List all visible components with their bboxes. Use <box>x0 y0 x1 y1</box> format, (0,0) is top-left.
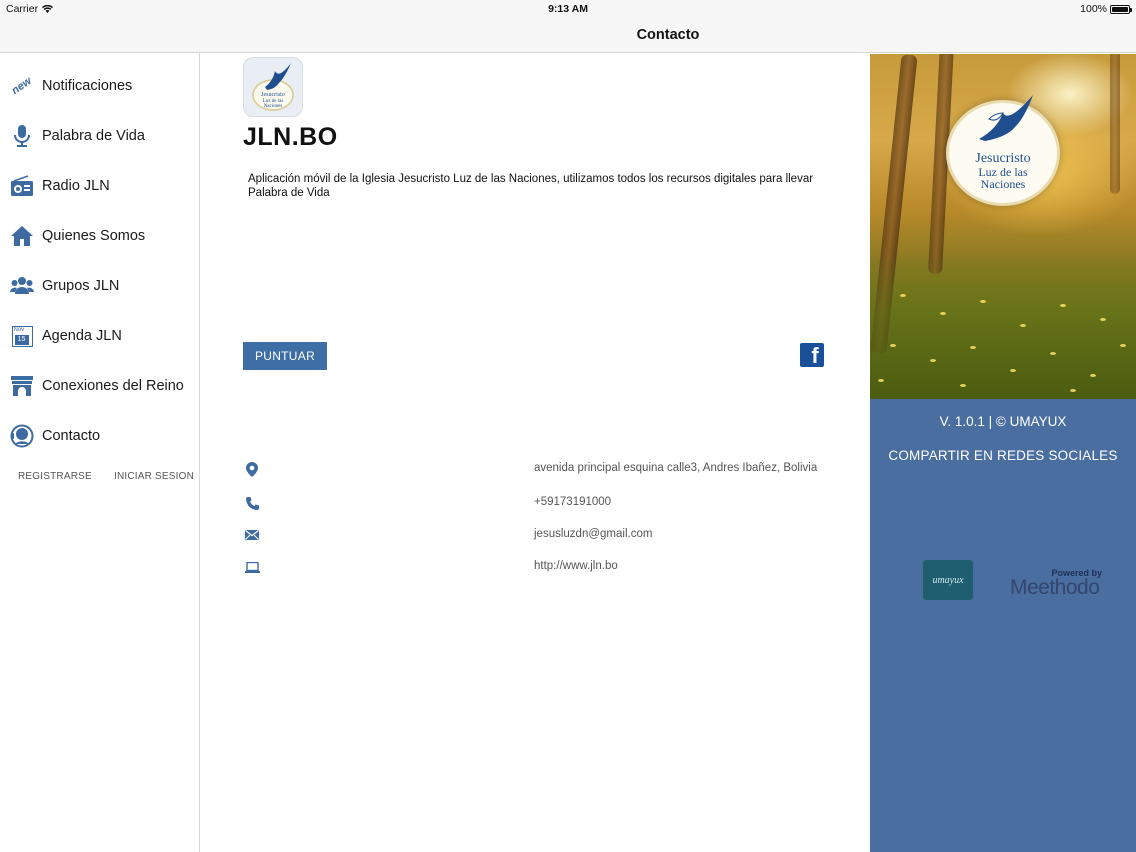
contact-email-row: jesusluzdn@gmail.com <box>243 526 833 546</box>
contact-address-row: avenida principal esquina calle3, Andres… <box>243 460 833 480</box>
info-panel: Jesucristo Luz de las Naciones V. 1.0.1 … <box>870 54 1136 852</box>
sidebar-item-contacto[interactable]: Contacto <box>0 411 200 461</box>
share-social-button[interactable]: COMPARTIR EN REDES SOCIALES <box>870 448 1136 463</box>
contact-address: avenida principal esquina calle3, Andres… <box>534 462 818 474</box>
clock: 9:13 AM <box>548 3 588 15</box>
radio-icon <box>10 174 34 198</box>
laptop-icon <box>243 558 261 576</box>
contact-content: Jesucristo Luz de las Naciones JLN.BO Ap… <box>201 54 870 852</box>
sidebar-item-label: Quienes Somos <box>42 228 146 244</box>
calendar-day: 15 <box>14 334 29 345</box>
emblem-line-1: Jesucristo <box>975 151 1031 166</box>
svg-text:Jesucristo: Jesucristo <box>261 92 285 98</box>
status-bar: Carrier 9:13 AM 100% <box>0 0 1136 18</box>
sidebar-item-label: Grupos JLN <box>42 278 120 294</box>
contact-phone-row: +59173191000 <box>243 494 833 514</box>
headset-icon <box>10 424 34 448</box>
sidebar-item-conexiones-del-reino[interactable]: Conexiones del Reino <box>0 361 200 411</box>
sidebar-item-quienes-somos[interactable]: Quienes Somos <box>0 211 200 261</box>
app-logo: Jesucristo Luz de las Naciones <box>243 57 303 117</box>
app-description: Aplicación móvil de la Iglesia Jesucrist… <box>248 173 814 199</box>
contact-phone[interactable]: +59173191000 <box>534 496 611 508</box>
calendar-month: Nov <box>13 326 25 333</box>
sidebar-item-label: Agenda JLN <box>42 328 122 344</box>
sidebar-item-label: Notificaciones <box>42 78 133 94</box>
register-link[interactable]: REGISTRARSE <box>18 471 92 482</box>
rate-button[interactable]: PUNTUAR <box>243 342 327 370</box>
battery-percent: 100% <box>1080 3 1107 15</box>
location-pin-icon <box>243 460 261 478</box>
battery-icon <box>1110 4 1132 14</box>
emblem-line-3: Naciones <box>980 177 1026 191</box>
contact-website-row: http://www.jln.bo <box>243 558 833 578</box>
sidebar: new Notificaciones Palabra de Vida Radio… <box>0 0 200 852</box>
methodo-wordmark: Meethodo <box>1010 576 1100 599</box>
contact-email[interactable]: jesusluzdn@gmail.com <box>534 528 652 540</box>
home-icon <box>10 224 34 248</box>
battery-indicator: 100% <box>1080 3 1132 15</box>
umayux-logo[interactable]: umayux <box>923 560 973 600</box>
sidebar-item-agenda-jln[interactable]: Nov 15 Agenda JLN <box>0 311 200 361</box>
sidebar-menu: new Notificaciones Palabra de Vida Radio… <box>0 61 200 461</box>
group-icon <box>10 274 34 298</box>
new-badge-icon: new <box>10 74 34 98</box>
sidebar-item-notificaciones[interactable]: new Notificaciones <box>0 61 200 111</box>
phone-icon <box>243 494 261 512</box>
umayux-logo-text: umayux <box>932 574 964 586</box>
sidebar-item-label: Conexiones del Reino <box>42 378 184 394</box>
app-root: Carrier 9:13 AM 100% new Notificaciones … <box>0 0 1136 852</box>
contact-website[interactable]: http://www.jln.bo <box>534 560 618 572</box>
sidebar-item-palabra-de-vida[interactable]: Palabra de Vida <box>0 111 200 161</box>
church-emblem: Jesucristo Luz de las Naciones <box>946 95 1060 206</box>
sidebar-item-radio-jln[interactable]: Radio JLN <box>0 161 200 211</box>
calendar-icon: Nov 15 <box>10 324 34 348</box>
methodo-logo[interactable]: Powered by Meethodo <box>1010 568 1106 604</box>
dove-logo-icon: Jesucristo Luz de las Naciones <box>252 63 294 111</box>
mail-icon <box>243 526 261 544</box>
page-title: Contacto <box>636 27 700 43</box>
facebook-icon[interactable]: f <box>800 343 824 367</box>
sidebar-item-label: Contacto <box>42 428 101 444</box>
sidebar-item-label: Palabra de Vida <box>42 128 145 144</box>
new-badge-text: new <box>9 74 35 98</box>
microphone-icon <box>10 124 34 148</box>
version-label: V. 1.0.1 | © UMAYUX <box>939 414 1067 429</box>
login-link[interactable]: INICIAR SESION <box>114 471 194 482</box>
arch-icon <box>10 374 34 398</box>
sidebar-item-label: Radio JLN <box>42 178 110 194</box>
app-title: JLN.BO <box>243 123 338 151</box>
svg-text:Naciones: Naciones <box>264 104 283 109</box>
sidebar-item-grupos-jln[interactable]: Grupos JLN <box>0 261 200 311</box>
dove-icon <box>979 95 1033 141</box>
banner-photo: Jesucristo Luz de las Naciones <box>870 54 1136 399</box>
